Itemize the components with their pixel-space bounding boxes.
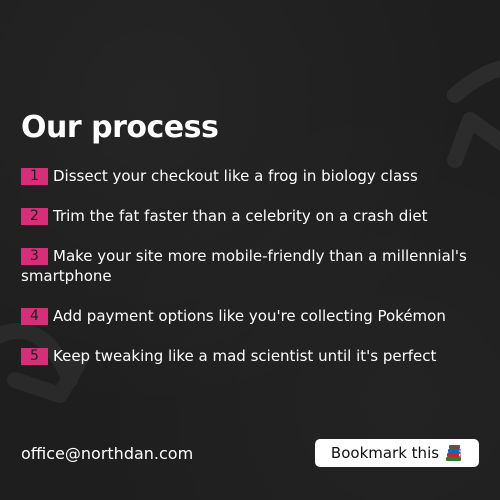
step-text: Keep tweaking like a mad scientist until…: [53, 347, 437, 365]
step-number-badge: 5: [21, 348, 48, 365]
step-text: Make your site more mobile-friendly than…: [21, 247, 467, 285]
list-item: 4 Add payment options like you're collect…: [21, 306, 486, 326]
step-number-badge: 3: [21, 248, 48, 265]
step-text: Add payment options like you're collecti…: [53, 307, 446, 325]
bookmark-label: Bookmark this: [330, 444, 440, 462]
list-item: 1 Dissect your checkout like a frog in bi…: [21, 166, 486, 186]
bookmark-button[interactable]: Bookmark this: [315, 439, 479, 467]
books-icon: [446, 445, 462, 461]
process-section: Our process 1 Dissect your checkout like …: [21, 110, 486, 386]
list-item: 2 Trim the fat faster than a celebrity on…: [21, 206, 486, 226]
list-item: 5 Keep tweaking like a mad scientist unti…: [21, 346, 486, 366]
step-number-badge: 1: [21, 168, 48, 185]
page-title: Our process: [21, 110, 219, 145]
step-text: Dissect your checkout like a frog in bio…: [53, 167, 418, 185]
list-item: 3 Make your site more mobile-friendly tha…: [21, 246, 486, 286]
step-number-badge: 4: [21, 308, 48, 325]
step-text: Trim the fat faster than a celebrity on …: [53, 207, 428, 225]
steps-list: 1 Dissect your checkout like a frog in bi…: [21, 166, 486, 366]
step-number-badge: 2: [21, 208, 48, 225]
contact-email[interactable]: office@northdan.com: [21, 443, 193, 465]
